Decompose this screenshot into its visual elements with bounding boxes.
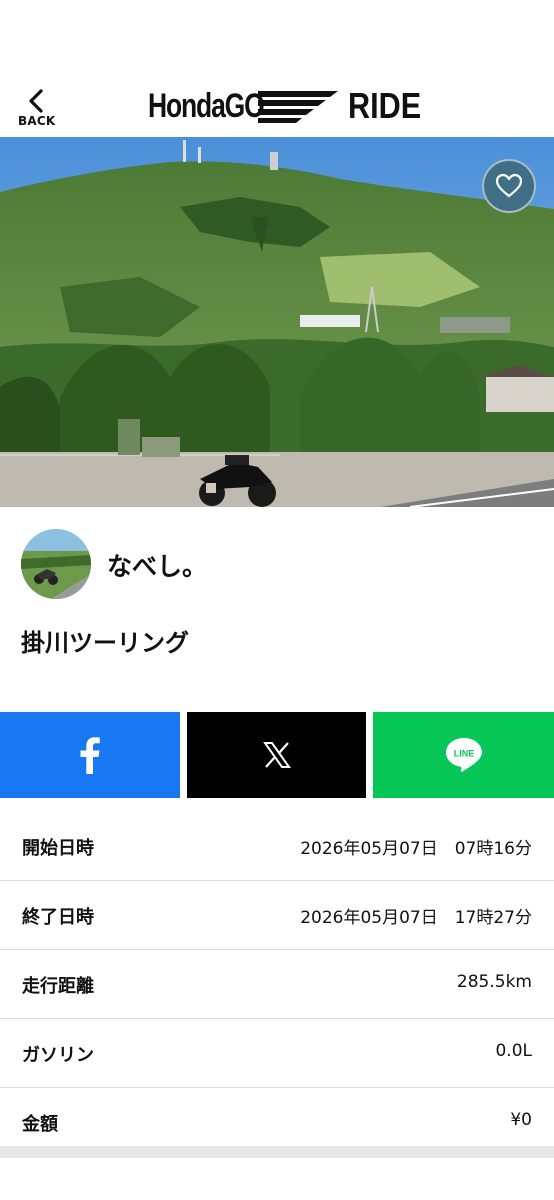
- favorite-button[interactable]: [482, 159, 536, 213]
- stat-row-start: 開始日時 2026年05月07日 07時16分: [0, 812, 554, 881]
- user-section: なべし。 掛川ツーリング: [0, 507, 554, 707]
- username: なべし。: [107, 552, 208, 581]
- line-icon-text: LINE: [453, 749, 474, 759]
- stat-value: 285.5km: [456, 972, 532, 992]
- stat-row-gasoline: ガソリン 0.0L: [0, 1019, 554, 1088]
- x-icon: [262, 742, 291, 768]
- share-facebook-button[interactable]: [0, 712, 180, 798]
- hondago-ride-logo: HondaGO RIDE: [148, 85, 434, 126]
- heart-icon: [495, 173, 523, 198]
- stat-label: 終了日時: [22, 907, 94, 928]
- bottom-divider: [0, 1146, 554, 1158]
- avatar[interactable]: [21, 529, 91, 599]
- stat-label: 走行距離: [22, 976, 94, 997]
- chevron-left-icon: [29, 89, 43, 113]
- stat-row-distance: 走行距離 285.5km: [0, 950, 554, 1019]
- line-icon: LINE: [445, 738, 482, 772]
- ride-stats: 開始日時 2026年05月07日 07時16分 終了日時 2026年05月07日…: [0, 812, 554, 1156]
- logo-stripes: [258, 91, 338, 123]
- header: BACK HondaGO RIDE: [0, 0, 554, 137]
- stat-value: ¥0: [510, 1110, 532, 1130]
- logo-text-right: RIDE: [348, 85, 422, 126]
- stat-label: 金額: [22, 1114, 58, 1135]
- ride-title: 掛川ツーリング: [21, 629, 189, 657]
- facebook-icon: [80, 737, 100, 774]
- share-line-button[interactable]: LINE: [373, 712, 554, 798]
- back-button[interactable]: BACK: [16, 84, 60, 130]
- logo-text-left: HondaGO: [148, 86, 265, 125]
- back-label: BACK: [18, 114, 56, 128]
- stat-label: ガソリン: [22, 1045, 94, 1066]
- stat-value: 2026年05月07日 07時16分: [300, 839, 532, 859]
- share-x-button[interactable]: [187, 712, 366, 798]
- ride-photo: [0, 137, 554, 507]
- stat-value: 0.0L: [495, 1041, 532, 1061]
- stat-value: 2026年05月07日 17時27分: [300, 908, 532, 928]
- stat-label: 開始日時: [22, 838, 94, 859]
- stat-row-end: 終了日時 2026年05月07日 17時27分: [0, 881, 554, 950]
